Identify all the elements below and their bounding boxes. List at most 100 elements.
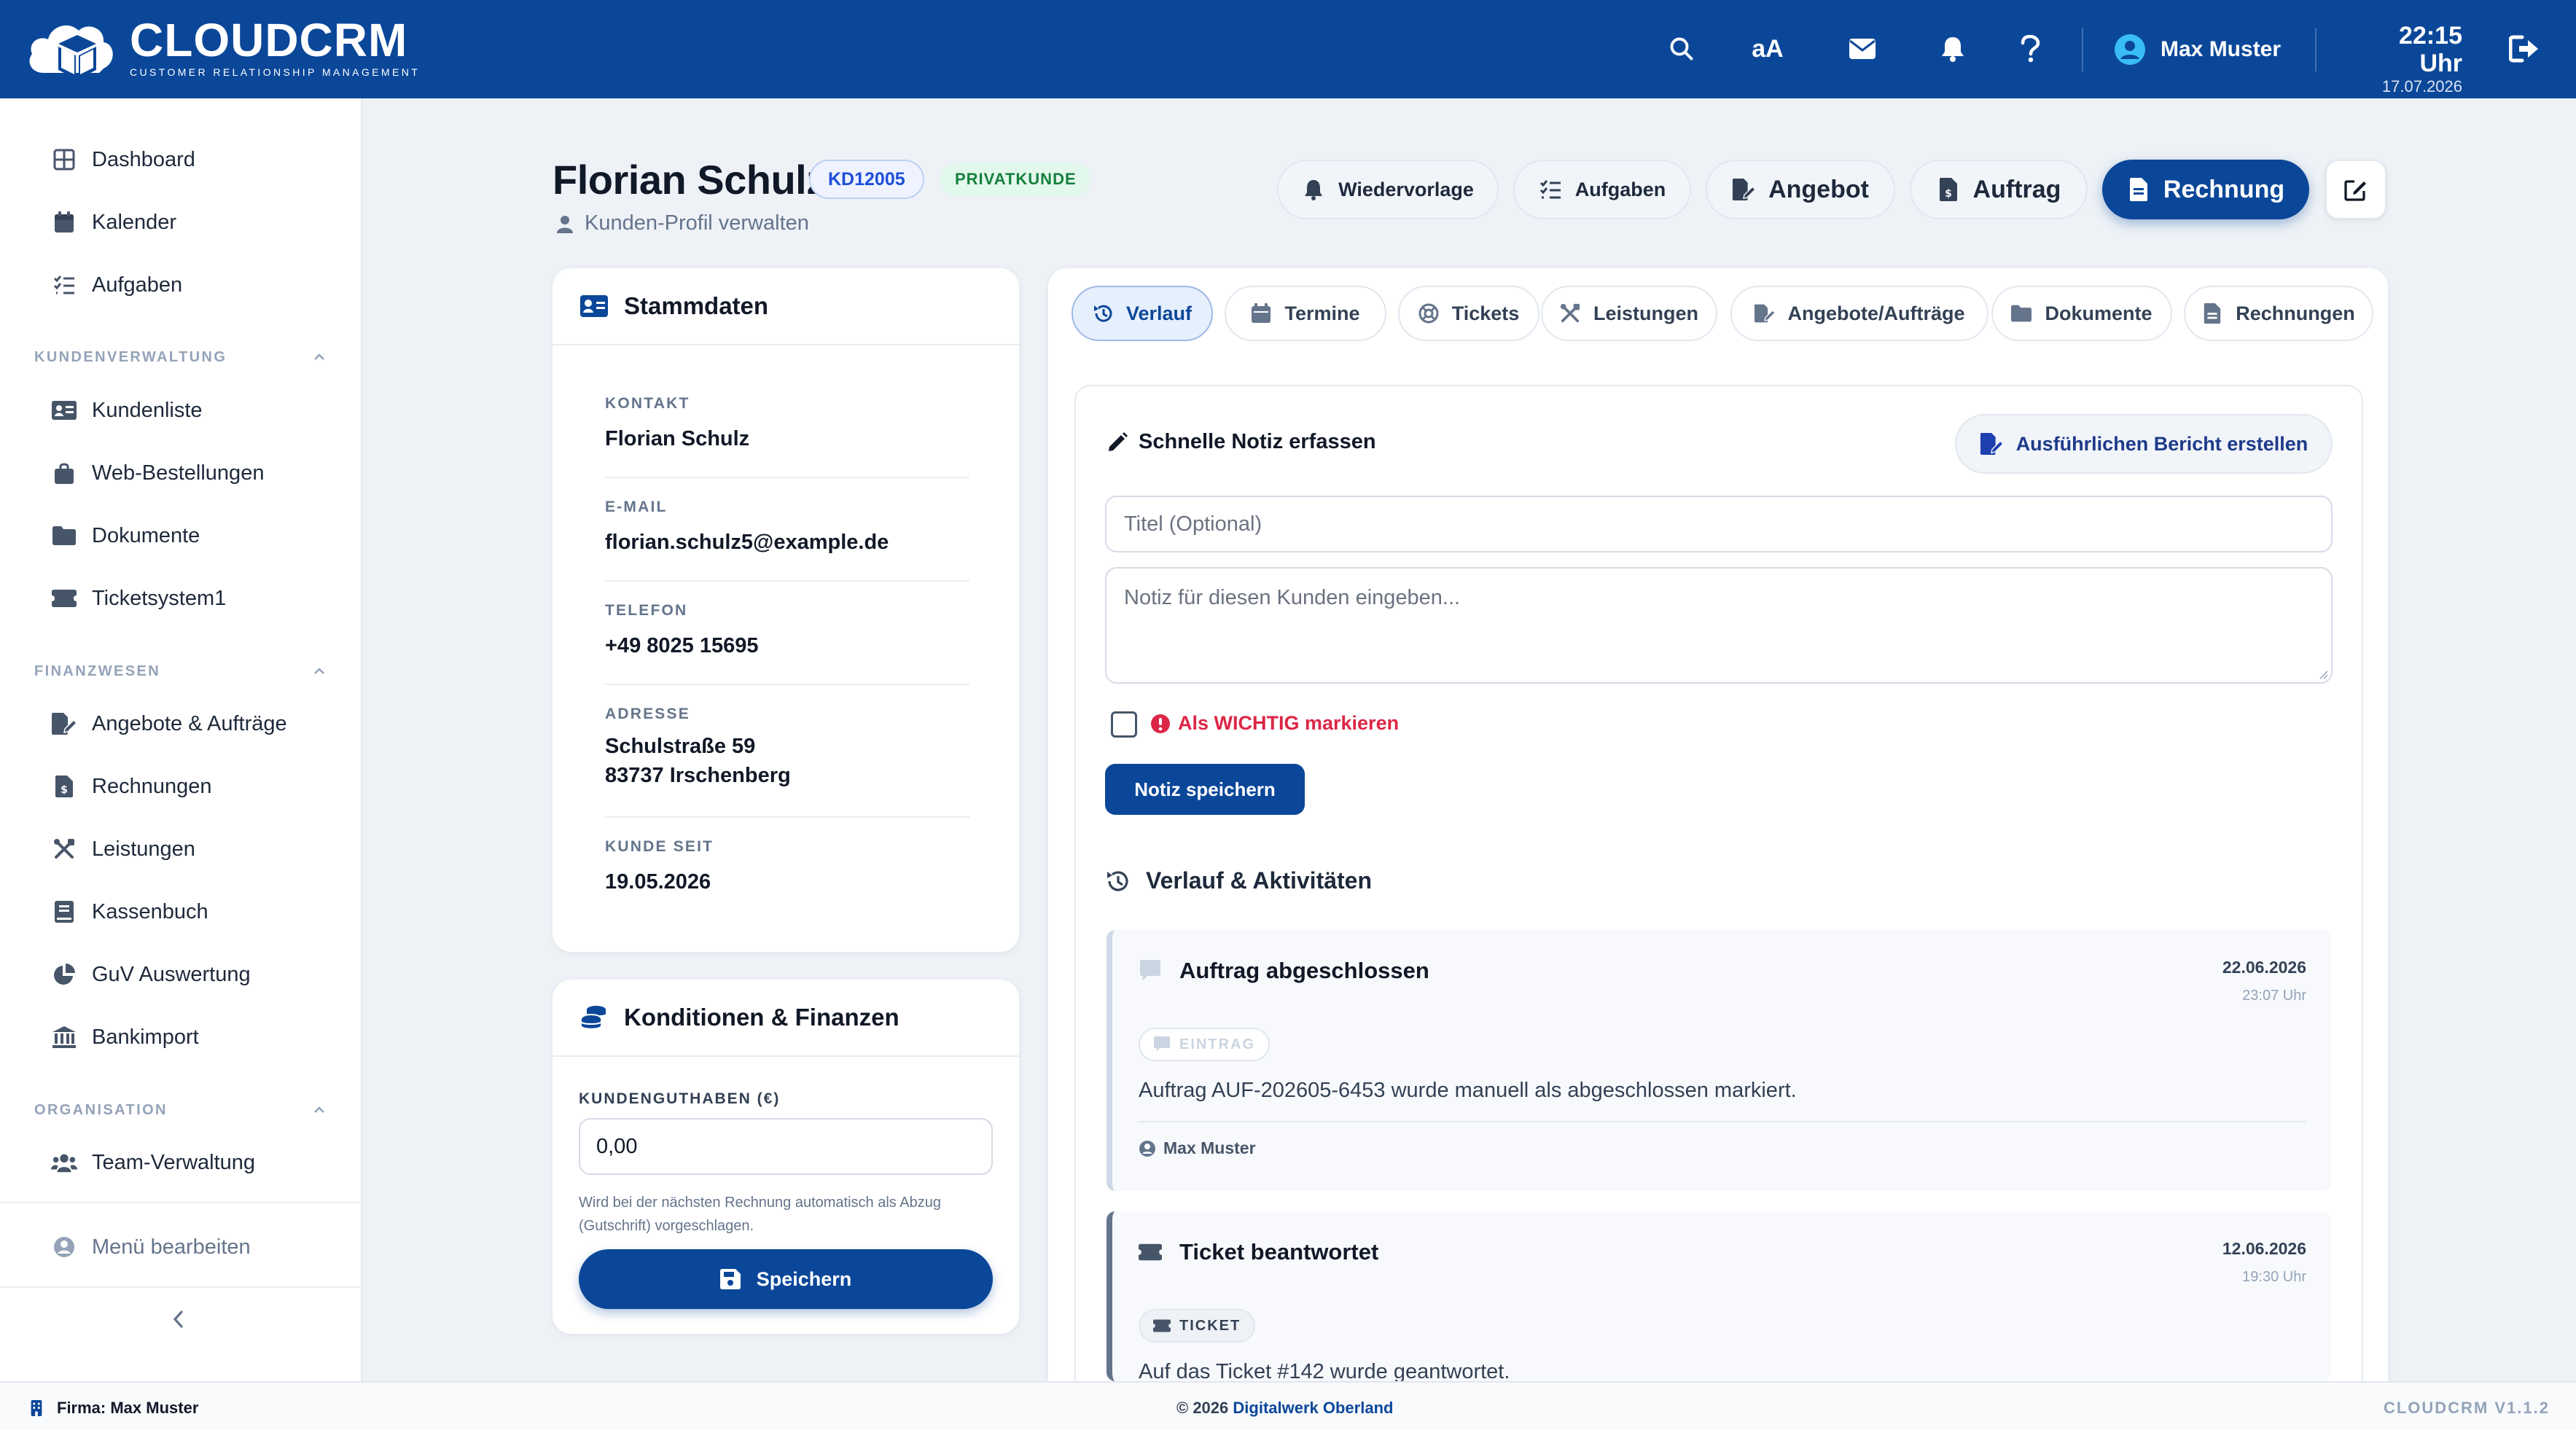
user-menu[interactable]: Max Muster — [2114, 29, 2281, 70]
collapse-sidebar-button[interactable] — [168, 1308, 190, 1330]
tab-rechnungen[interactable]: Rechnungen — [2184, 286, 2373, 341]
sidebar-divider — [0, 1202, 362, 1203]
save-balance-button[interactable]: Speichern — [579, 1249, 993, 1309]
edit-customer-button[interactable] — [2325, 160, 2386, 219]
users-icon — [51, 1149, 77, 1176]
footer-version: CLOUDCRM V1.1.2 — [2383, 1399, 2550, 1417]
invoice-icon: $ — [51, 773, 77, 800]
entry-title: Auftrag abgeschlossen — [1179, 958, 1429, 983]
section-title: KUNDENVERWALTUNG — [34, 348, 227, 365]
field-value[interactable]: florian.schulz5@example.de — [605, 528, 969, 557]
help-icon[interactable] — [2009, 28, 2051, 70]
balance-input[interactable]: 0,00 — [579, 1118, 993, 1175]
section-header-kundenverwaltung[interactable]: KUNDENVERWALTUNG — [34, 346, 326, 368]
mail-icon[interactable] — [1841, 28, 1884, 70]
sidebar-item-angebote-auftraege[interactable]: Angebote & Aufträge — [51, 705, 287, 743]
button-label: Auftrag — [1972, 175, 2061, 203]
aufgaben-button[interactable]: Aufgaben — [1513, 160, 1691, 219]
user-icon — [557, 215, 573, 233]
sidebar-item-team-verwaltung[interactable]: Team-Verwaltung — [51, 1144, 255, 1181]
tab-dokumente[interactable]: Dokumente — [1991, 286, 2172, 341]
sidebar-item-kalender[interactable]: Kalender — [51, 203, 176, 241]
sidebar-item-label: Dashboard — [92, 147, 195, 171]
timeline-entry[interactable]: Ticket beantwortet 12.06.2026 19:30 Uhr … — [1106, 1211, 2331, 1381]
tab-leistungen[interactable]: Leistungen — [1541, 286, 1717, 341]
shopping-bag-icon — [51, 460, 77, 486]
section-title: Schnelle Notiz erfassen — [1139, 430, 1376, 453]
copyright-link[interactable]: Digitalwerk Oberland — [1233, 1399, 1393, 1417]
pencil-icon — [1109, 431, 1128, 451]
wiedervorlage-button[interactable]: Wiedervorlage — [1277, 160, 1499, 219]
text-size-button[interactable]: aA — [1746, 28, 1789, 70]
sidebar-item-kassenbuch[interactable]: Kassenbuch — [51, 893, 208, 931]
field-kontakt: KONTAKT Florian Schulz — [605, 395, 969, 453]
tools-icon — [1560, 303, 1580, 323]
sidebar-item-dokumente[interactable]: Dokumente — [51, 517, 200, 555]
button-label: Wiedervorlage — [1338, 178, 1474, 200]
sidebar-item-label: Bankimport — [92, 1025, 199, 1049]
search-icon[interactable] — [1660, 28, 1703, 70]
sidebar-item-aufgaben[interactable]: Aufgaben — [51, 266, 182, 304]
bank-icon — [51, 1024, 77, 1050]
resize-handle-icon[interactable] — [2317, 668, 2328, 679]
svg-text:$: $ — [61, 784, 68, 796]
file-signature-icon — [1980, 432, 2003, 456]
pie-chart-icon — [51, 961, 77, 988]
sidebar-item-web-bestellungen[interactable]: Web-Bestellungen — [51, 454, 264, 492]
sidebar-item-rechnungen[interactable]: $ Rechnungen — [51, 767, 211, 805]
tab-angebote-auftraege[interactable]: Angebote/Aufträge — [1730, 286, 1988, 341]
folder-icon — [51, 523, 77, 549]
logout-icon[interactable] — [2503, 28, 2545, 70]
sidebar-item-dashboard[interactable]: Dashboard — [51, 141, 195, 179]
auftrag-button[interactable]: $ Auftrag — [1910, 160, 2088, 219]
chevron-left-icon — [173, 1310, 183, 1328]
tools-icon — [51, 836, 77, 862]
section-header-organisation[interactable]: ORGANISATION — [34, 1099, 326, 1121]
page-subtitle: Kunden-Profil verwalten — [555, 211, 809, 235]
sidebar-item-label: Kundenliste — [92, 398, 203, 422]
entry-type-badge: EINTRAG — [1139, 1028, 1270, 1061]
copyright-text: © 2026 — [1176, 1399, 1229, 1417]
grid-icon — [51, 146, 77, 173]
tab-tickets[interactable]: Tickets — [1398, 286, 1539, 341]
important-label[interactable]: Als WICHTIG markieren — [1150, 712, 1399, 735]
sidebar-item-label: Kalender — [92, 210, 177, 234]
important-checkbox[interactable] — [1111, 711, 1137, 738]
chevron-up-icon — [314, 1106, 324, 1113]
field-value-line2: 83737 Irschenberg — [605, 764, 791, 787]
entry-date: 12.06.2026 — [2222, 1239, 2306, 1258]
chevron-up-icon — [314, 668, 324, 674]
stammdaten-card: Stammdaten KONTAKT Florian Schulz E-MAIL… — [553, 268, 1019, 952]
sidebar-item-guv-auswertung[interactable]: GuV Auswertung — [51, 956, 251, 993]
sidebar-item-leistungen[interactable]: Leistungen — [51, 830, 195, 868]
field-value: 19.05.2026 — [605, 870, 711, 894]
detailed-report-button[interactable]: Ausführlichen Bericht erstellen — [1955, 414, 2333, 474]
sidebar-item-kundenliste[interactable]: Kundenliste — [51, 391, 203, 429]
footer-copyright: © 2026 Digitalwerk Oberland — [1176, 1399, 1393, 1418]
save-note-button[interactable]: Notiz speichern — [1105, 764, 1305, 815]
top-bar: CLOUDCRM CUSTOMER RELATIONSHIP MANAGEMEN… — [0, 0, 2576, 98]
bell-icon[interactable] — [1932, 28, 1974, 70]
field-value[interactable]: +49 8025 15695 — [605, 631, 969, 660]
angebot-button[interactable]: Angebot — [1706, 160, 1895, 219]
clock-time: 22:15 Uhr — [2399, 22, 2462, 77]
rechnung-button[interactable]: Rechnung — [2102, 160, 2309, 219]
tab-verlauf[interactable]: Verlauf — [1072, 286, 1213, 341]
note-body-textarea[interactable]: Notiz für diesen Kunden eingeben... — [1105, 567, 2333, 684]
edit-menu-button[interactable]: Menü bearbeiten — [51, 1228, 251, 1266]
timeline-entry[interactable]: Auftrag abgeschlossen 22.06.2026 23:07 U… — [1106, 930, 2331, 1191]
logo[interactable]: CLOUDCRM CUSTOMER RELATIONSHIP MANAGEMEN… — [23, 12, 420, 85]
sidebar-item-ticketsystem[interactable]: Ticketsystem1 — [51, 579, 226, 617]
text-size-label: aA — [1752, 34, 1784, 63]
tab-termine[interactable]: Termine — [1225, 286, 1386, 341]
note-title-input[interactable]: Titel (Optional) — [1105, 496, 2333, 552]
footer-company-text: Firma: Max Muster — [57, 1399, 199, 1417]
button-label: Aufgaben — [1574, 178, 1666, 200]
tab-label: Tickets — [1451, 302, 1520, 324]
section-header-finanzwesen[interactable]: FINANZWESEN — [34, 660, 326, 682]
sidebar-item-bankimport[interactable]: Bankimport — [51, 1018, 199, 1056]
comment-icon — [1140, 960, 1160, 981]
field-divider — [605, 684, 969, 685]
id-card-icon — [580, 295, 608, 317]
sidebar-item-label: Leistungen — [92, 837, 195, 861]
